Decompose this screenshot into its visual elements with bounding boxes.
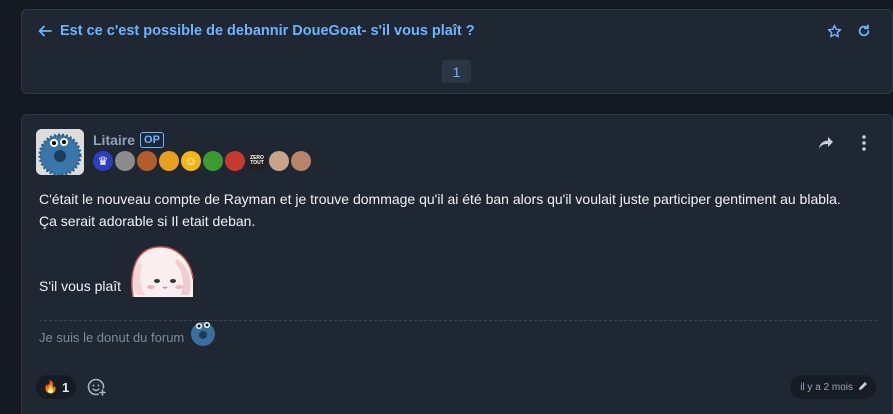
signature-image	[188, 317, 218, 347]
timestamp-text: il y a 2 mois	[800, 381, 853, 393]
post-line-2: Ça serait adorable si Il etait deban.	[39, 212, 256, 229]
author-name[interactable]: Litaire	[93, 132, 135, 148]
post-body: C'était le nouveau compte de Rayman et j…	[39, 189, 879, 298]
share-icon[interactable]	[818, 135, 834, 151]
star-icon[interactable]	[826, 23, 842, 39]
signature-divider	[39, 320, 877, 321]
fire-icon: 🔥	[43, 380, 58, 394]
more-vertical-icon[interactable]	[856, 135, 872, 151]
reactions: 🔥 1	[36, 375, 108, 399]
closing-line: S'il vous plaît	[39, 243, 879, 298]
beer-badge[interactable]	[203, 151, 223, 171]
closing-text: S'il vous plaît	[39, 277, 122, 294]
post-actions	[818, 135, 872, 151]
portrait-badge-2[interactable]	[137, 151, 157, 171]
user-badges: ♛ ☺ ZERO TOUT	[93, 151, 311, 171]
post-timestamp[interactable]: il y a 2 mois	[790, 375, 876, 399]
crown-badge[interactable]: ♛	[93, 151, 113, 171]
reaction-count: 1	[61, 379, 70, 395]
avatar[interactable]	[36, 129, 84, 175]
zero-tout-badge[interactable]: ZERO TOUT	[247, 151, 267, 171]
signature: Je suis le donut du forum	[39, 322, 218, 347]
arrow-left-icon[interactable]	[38, 23, 54, 39]
topic-title[interactable]: Est ce c'est possible de debannir DoueGo…	[60, 23, 826, 39]
lips-badge[interactable]	[225, 151, 245, 171]
topic-header: Est ce c'est possible de debannir DoueGo…	[21, 9, 893, 94]
add-reaction-icon[interactable]	[86, 376, 108, 398]
pencil-icon	[858, 381, 868, 394]
refresh-icon[interactable]	[856, 23, 872, 39]
portrait-badge-1[interactable]	[115, 151, 135, 171]
face-badge[interactable]	[269, 151, 289, 171]
post-line-1: C'était le nouveau compte de Rayman et j…	[39, 191, 841, 207]
smiley-badge[interactable]: ☺	[181, 151, 201, 171]
rainbow-badge[interactable]	[159, 151, 179, 171]
sticker-image	[127, 243, 199, 298]
frame-badge[interactable]	[291, 151, 311, 171]
signature-text: Je suis le donut du forum	[39, 329, 185, 345]
reaction-fire[interactable]: 🔥 1	[36, 375, 77, 399]
post: Litaire OP ♛ ☺ ZERO TOUT C'était le nouvea…	[21, 114, 893, 414]
topic-actions	[826, 23, 872, 39]
page-button-1[interactable]: 1	[442, 60, 471, 83]
op-badge: OP	[140, 132, 164, 148]
topic-title-row: Est ce c'est possible de debannir DoueGo…	[38, 20, 872, 42]
author-row: Litaire OP	[93, 132, 164, 148]
pagination: 1	[442, 60, 471, 83]
